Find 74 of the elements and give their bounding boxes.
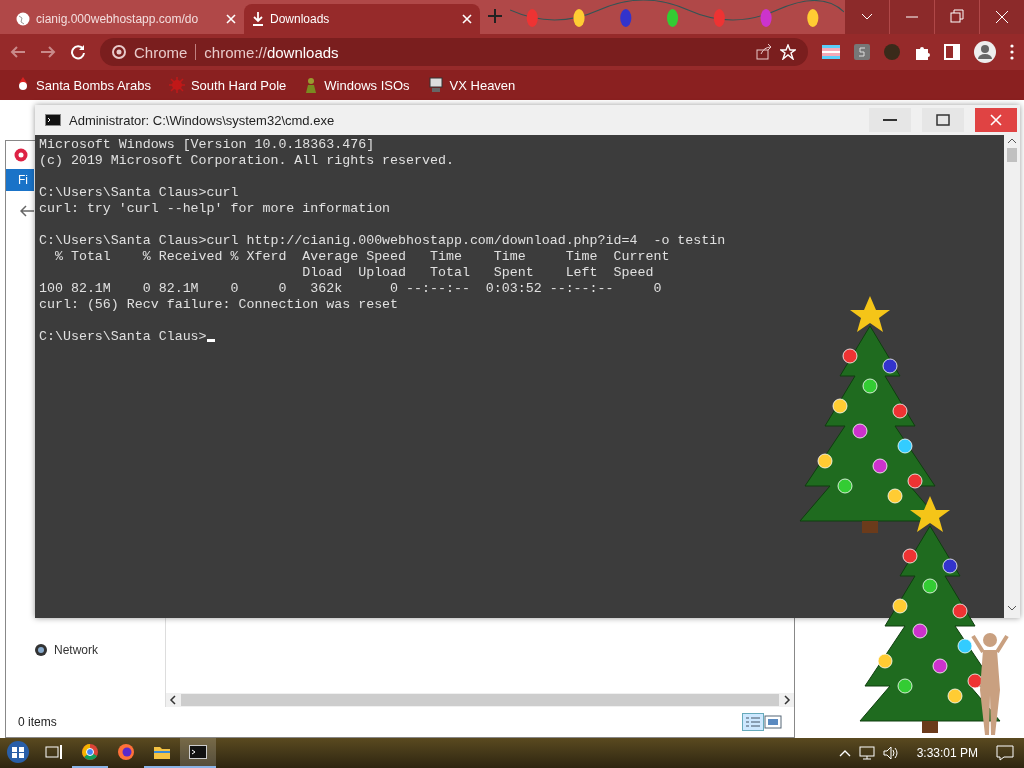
chrome-icon bbox=[112, 45, 126, 59]
taskbar-app[interactable] bbox=[180, 738, 216, 768]
splat-icon bbox=[168, 77, 185, 93]
bookmark[interactable]: Santa Bombs Arabs bbox=[16, 77, 151, 93]
santa-icon bbox=[16, 77, 30, 93]
console-line: C:\Users\Santa Claus>curl bbox=[39, 185, 240, 201]
firefox-icon bbox=[117, 743, 135, 761]
task-view-icon bbox=[45, 744, 63, 760]
console-line: curl: (56) Recv failure: Connection was reset bbox=[39, 297, 400, 313]
globe-icon bbox=[16, 12, 30, 26]
reload-icon[interactable] bbox=[70, 44, 86, 60]
scroll-up-icon[interactable] bbox=[1007, 138, 1017, 144]
new-tab-icon[interactable] bbox=[488, 9, 502, 23]
minimize-icon bbox=[883, 119, 897, 121]
chevron-up-icon[interactable] bbox=[838, 749, 851, 757]
windows-logo-icon bbox=[6, 740, 30, 764]
notification-icon[interactable] bbox=[996, 745, 1014, 761]
network-icon[interactable] bbox=[858, 746, 875, 760]
bookmark[interactable]: VX Heaven bbox=[427, 77, 516, 93]
maximize-icon bbox=[936, 114, 950, 126]
terminal-icon bbox=[45, 114, 61, 126]
browser-tab[interactable]: Downloads bbox=[244, 4, 480, 34]
file-tab[interactable]: Fi bbox=[6, 169, 34, 191]
status-text: 0 items bbox=[18, 715, 58, 729]
clock[interactable]: 3:33:01 PM bbox=[916, 746, 978, 760]
download-icon bbox=[252, 12, 264, 26]
network-icon bbox=[34, 643, 48, 657]
terminal-icon bbox=[189, 745, 207, 759]
scroll-thumb[interactable] bbox=[1007, 148, 1017, 162]
back-icon[interactable] bbox=[10, 44, 26, 60]
console-line: Dload Upload Total Spent Left Speed bbox=[301, 265, 655, 281]
star-icon[interactable] bbox=[780, 44, 796, 60]
profile-icon[interactable] bbox=[974, 41, 996, 63]
vertical-scrollbar[interactable] bbox=[1004, 135, 1020, 618]
bookmark[interactable]: Windows ISOs bbox=[304, 77, 410, 93]
share-icon[interactable] bbox=[756, 44, 772, 60]
console-line: Microsoft Windows [Version 10.0.18363.476] bbox=[39, 137, 376, 153]
close-icon[interactable] bbox=[462, 14, 472, 24]
figure-icon bbox=[304, 77, 319, 93]
volume-icon[interactable] bbox=[882, 746, 899, 760]
url-text: chrome://downloads bbox=[204, 43, 339, 61]
text-cursor bbox=[206, 339, 215, 342]
scroll-right-icon[interactable] bbox=[783, 695, 791, 705]
console-prompt: C:\Users\Santa Claus> bbox=[39, 329, 207, 344]
puzzle-icon[interactable] bbox=[914, 44, 930, 60]
window-title: Administrator: C:\Windows\system32\cmd.exe bbox=[69, 112, 336, 128]
scroll-down-icon[interactable] bbox=[1007, 605, 1017, 611]
horizontal-scrollbar[interactable] bbox=[166, 693, 794, 707]
console-line: curl: try 'curl --help' for more information bbox=[39, 201, 392, 217]
console-line: (c) 2019 Microsoft Corporation. All rights reserved. bbox=[39, 153, 455, 169]
nav-item[interactable]: Network bbox=[34, 643, 98, 657]
folder-icon bbox=[153, 744, 171, 760]
scroll-thumb[interactable] bbox=[181, 694, 779, 706]
sidebar-icon[interactable] bbox=[944, 44, 960, 60]
menu-icon[interactable] bbox=[1010, 44, 1014, 60]
chrome-icon bbox=[81, 743, 99, 761]
restore-icon[interactable] bbox=[935, 0, 979, 34]
close-icon bbox=[990, 114, 1002, 126]
computer-icon bbox=[427, 77, 444, 93]
console-line: 100 82.1M 0 82.1M 0 0 362k 0 --:--:-- 0:03:52 --:--:-- 0 bbox=[39, 281, 663, 297]
large-icons-view-icon[interactable] bbox=[764, 715, 782, 729]
scroll-left-icon[interactable] bbox=[169, 695, 177, 705]
maximize-button[interactable] bbox=[922, 108, 964, 132]
forward-icon[interactable] bbox=[40, 44, 56, 60]
app-icon bbox=[14, 148, 28, 162]
site-label: Chrome bbox=[134, 43, 188, 61]
console-line: C:\Users\Santa Claus>curl http://cianig.000webhostapp.com/download.php?id=4 -o testin bbox=[39, 233, 727, 249]
address-bar[interactable]: Chrome chrome://downloads bbox=[100, 38, 808, 66]
browser-tab[interactable]: cianig.000webhostapp.com/do bbox=[8, 4, 244, 34]
back-icon[interactable] bbox=[20, 205, 34, 217]
close-icon[interactable] bbox=[226, 14, 236, 24]
console-line: % Total % Received % Xferd Average Speed Time Time Time Current bbox=[53, 249, 671, 265]
minimize-button[interactable] bbox=[869, 108, 911, 132]
bookmark[interactable]: South Hard Pole bbox=[168, 77, 287, 93]
